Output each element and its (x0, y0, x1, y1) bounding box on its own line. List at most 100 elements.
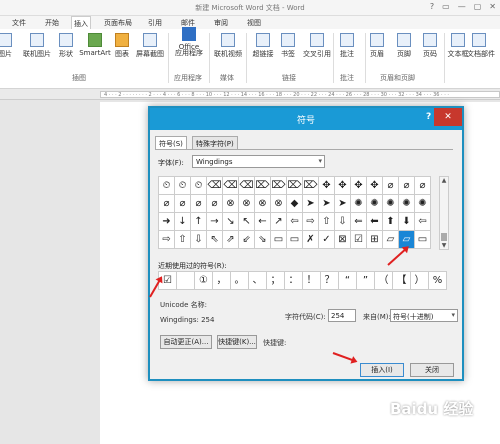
symbol-cell[interactable]: ⌦ (303, 177, 319, 195)
comment-button[interactable]: 批注 (330, 33, 364, 59)
maximize-icon[interactable]: ▢ (474, 2, 482, 11)
symbol-cell[interactable]: ⬆ (383, 213, 399, 231)
symbol-cell[interactable]: ⌦ (271, 177, 287, 195)
symbol-cell[interactable]: ⇘ (255, 231, 271, 249)
autocorrect-button[interactable]: 自动更正(A)... (160, 335, 212, 349)
help-icon[interactable]: ? (430, 2, 434, 11)
symbol-cell[interactable]: → (207, 213, 223, 231)
tab-references[interactable]: 引用 (144, 16, 166, 29)
symbol-cell[interactable]: ⌀ (207, 195, 223, 213)
symbol-cell[interactable]: ✗ (303, 231, 319, 249)
symbol-cell[interactable]: ⌀ (191, 195, 207, 213)
recent-symbol-cell[interactable]: 。 (231, 272, 249, 290)
symbol-cell[interactable]: ⇦ (415, 213, 431, 231)
minimize-icon[interactable]: — (458, 2, 466, 11)
close-icon[interactable]: ✕ (489, 2, 496, 11)
symbol-cell[interactable]: ☑ (351, 231, 367, 249)
tab-file[interactable]: 文件 (8, 16, 30, 29)
symbol-cell[interactable]: ⌫ (207, 177, 223, 195)
symbol-cell[interactable]: ⊗ (271, 195, 287, 213)
quick-parts-button[interactable]: 文档部件 (467, 33, 500, 59)
symbol-cell[interactable]: ⇨ (159, 231, 175, 249)
symbol-cell[interactable]: ⊗ (255, 195, 271, 213)
recent-symbol-cell[interactable]: （ (375, 272, 393, 290)
symbol-cell[interactable]: ⌦ (287, 177, 303, 195)
font-select[interactable]: Wingdings ▾ (192, 155, 325, 168)
scroll-up-icon[interactable]: ▲ (440, 177, 448, 184)
symbol-cell[interactable]: ← (255, 213, 271, 231)
symbol-cell[interactable]: ▭ (271, 231, 287, 249)
symbol-cell[interactable]: ⊞ (367, 231, 383, 249)
tab-view[interactable]: 视图 (243, 16, 265, 29)
symbol-cell[interactable]: ⌀ (399, 177, 415, 195)
symbol-cell[interactable]: ⇧ (319, 213, 335, 231)
tab-page-layout[interactable]: 页面布局 (103, 16, 133, 29)
recent-symbol-cell[interactable]: ？ (321, 272, 339, 290)
symbol-cell[interactable]: ⏲ (159, 177, 175, 195)
symbol-cell[interactable]: ↖ (239, 213, 255, 231)
online-video-button[interactable]: 联机视频 (211, 33, 245, 59)
symbol-cell[interactable]: ✺ (367, 195, 383, 213)
symbol-cell[interactable]: ➤ (303, 195, 319, 213)
cross-reference-button[interactable]: 交叉引用 (300, 33, 334, 59)
recent-symbol-cell[interactable]: ； (267, 272, 285, 290)
symbol-cell[interactable]: ⌦ (255, 177, 271, 195)
recent-symbol-cell[interactable]: ① (195, 272, 213, 290)
symbol-cell[interactable]: ◆ (287, 195, 303, 213)
symbol-cell[interactable]: ✺ (399, 195, 415, 213)
recent-symbol-cell[interactable]: ， (213, 272, 231, 290)
symbol-cell[interactable]: ⊗ (239, 195, 255, 213)
from-select[interactable]: 符号(十进制) ▾ (390, 309, 458, 322)
symbol-cell[interactable]: ▭ (415, 231, 431, 249)
character-code-input[interactable]: 254 (328, 309, 356, 322)
symbol-cell[interactable]: ✥ (335, 177, 351, 195)
symbol-cell[interactable]: ➜ (159, 213, 175, 231)
symbol-cell[interactable]: ⇗ (223, 231, 239, 249)
symbol-cell[interactable]: ↘ (223, 213, 239, 231)
symbol-cell[interactable]: ⬇ (399, 213, 415, 231)
shortcut-key-button[interactable]: 快捷键(K)... (217, 335, 257, 349)
symbol-cell[interactable]: ⌀ (383, 177, 399, 195)
symbol-grid-scrollbar[interactable]: ▲ ▼ (439, 176, 449, 250)
apps-button[interactable]: 应用程序 (172, 48, 206, 58)
symbol-cell[interactable]: ⇦ (287, 213, 303, 231)
symbol-cell[interactable]: ⌀ (175, 195, 191, 213)
scroll-down-icon[interactable]: ▼ (440, 242, 448, 249)
recent-symbol-cell[interactable]: ” (357, 272, 375, 290)
symbol-cell[interactable]: ✓ (319, 231, 335, 249)
close-button[interactable]: 关闭 (410, 363, 454, 377)
symbol-cell[interactable]: ✥ (351, 177, 367, 195)
recent-symbol-cell[interactable]: 【 (393, 272, 411, 290)
tab-review[interactable]: 审阅 (210, 16, 232, 29)
symbol-cell[interactable]: ⇙ (239, 231, 255, 249)
tab-special-characters[interactable]: 特殊字符(P) (192, 136, 238, 149)
symbol-cell[interactable]: ✥ (319, 177, 335, 195)
symbol-cell[interactable]: ⏲ (191, 177, 207, 195)
recent-symbol-cell[interactable]: ： (285, 272, 303, 290)
recent-symbol-cell[interactable]: ！ (303, 272, 321, 290)
screenshot-button[interactable]: 屏幕截图 (133, 33, 167, 59)
symbol-cell[interactable]: ⇩ (191, 231, 207, 249)
symbol-cell[interactable]: ✺ (351, 195, 367, 213)
symbol-cell[interactable]: ⬅ (367, 213, 383, 231)
tab-insert[interactable]: 插入 (71, 16, 91, 29)
symbol-cell[interactable]: ➤ (319, 195, 335, 213)
symbol-cell[interactable]: ⇨ (303, 213, 319, 231)
dialog-close-icon[interactable]: ✕ (434, 108, 462, 126)
symbol-cell[interactable]: ⇧ (175, 231, 191, 249)
recent-symbol-cell[interactable]: “ (339, 272, 357, 290)
symbol-cell[interactable]: ↗ (271, 213, 287, 231)
symbol-cell[interactable]: ↓ (175, 213, 191, 231)
tab-home[interactable]: 开始 (41, 16, 63, 29)
symbol-cell[interactable]: ➤ (335, 195, 351, 213)
symbol-cell[interactable]: ⇐ (351, 213, 367, 231)
symbol-cell[interactable]: ⌀ (159, 195, 175, 213)
symbol-cell[interactable]: ⏲ (175, 177, 191, 195)
symbol-cell[interactable]: ↑ (191, 213, 207, 231)
symbol-cell[interactable]: ✥ (367, 177, 383, 195)
symbol-cell[interactable]: ▭ (287, 231, 303, 249)
symbol-cell[interactable]: ✺ (383, 195, 399, 213)
ribbon-display-icon[interactable]: ▭ (442, 2, 450, 11)
symbol-cell[interactable]: ⌫ (239, 177, 255, 195)
insert-button[interactable]: 插入(I) (360, 363, 404, 377)
